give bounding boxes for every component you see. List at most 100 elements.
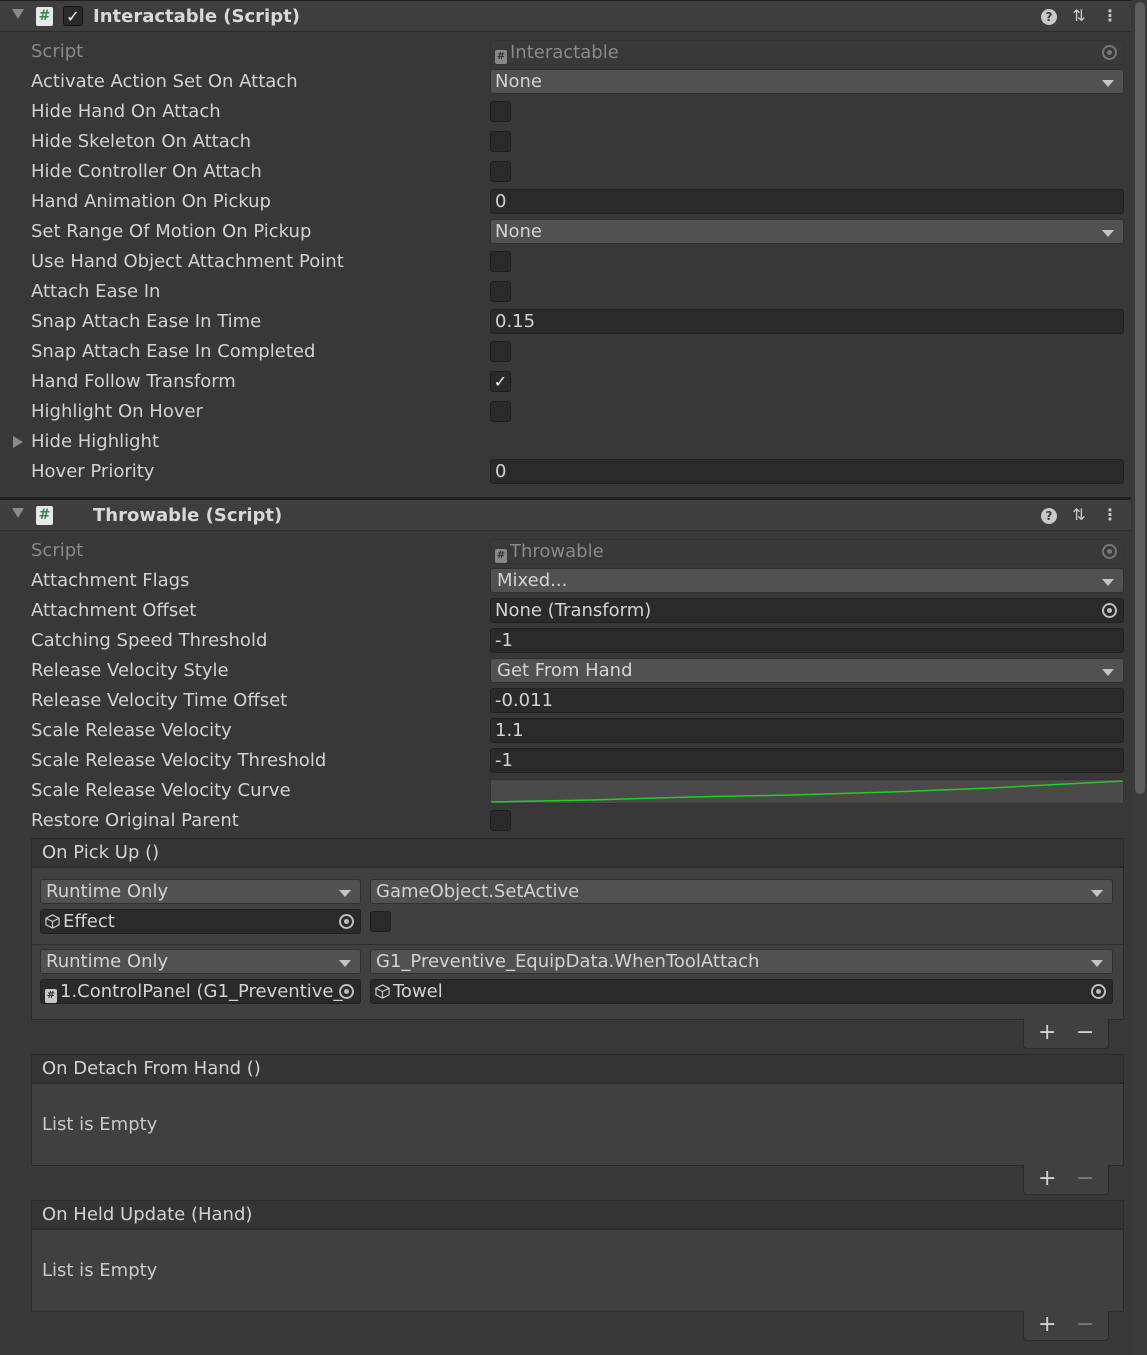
field-label: Hide Hand On Attach	[31, 101, 221, 122]
fold-arrow-icon[interactable]	[12, 508, 24, 518]
add-button[interactable]: +	[1038, 1165, 1056, 1193]
presets-icon[interactable]: ⇅	[1070, 505, 1088, 525]
function-dropdown[interactable]: G1_Preventive_EquipData.WhenToolAttach	[370, 949, 1113, 974]
menu-icon[interactable]: ⋮	[1101, 6, 1119, 26]
add-button[interactable]: +	[1038, 1311, 1056, 1339]
remove-button[interactable]: −	[1076, 1311, 1094, 1339]
field-label: Scale Release Velocity Curve	[31, 780, 291, 801]
attachment-flags-dropdown[interactable]: Mixed...	[490, 568, 1124, 593]
object-picker-icon[interactable]	[1102, 603, 1117, 618]
field-label: Hide Controller On Attach	[31, 161, 262, 182]
on-held-update-list	[31, 1229, 1124, 1312]
script-field[interactable]: # Throwable	[490, 539, 1124, 564]
on-detach-title: On Detach From Hand ()	[31, 1054, 1124, 1083]
dropdown-value: None	[495, 71, 542, 92]
field-label: Attach Ease In	[31, 281, 161, 302]
list-add-remove: + −	[1023, 1019, 1109, 1049]
interactable-header[interactable]: # ✓ Interactable (Script) ? ⇅ ⋮	[0, 0, 1131, 32]
enabled-checkbox[interactable]: ✓	[63, 6, 83, 26]
dropdown-value: Get From Hand	[497, 660, 633, 681]
script-label: Script	[31, 41, 84, 62]
field-label: Scale Release Velocity Threshold	[31, 750, 327, 771]
object-picker-icon[interactable]	[1102, 544, 1117, 559]
gameobject-icon	[45, 914, 60, 929]
throwable-header[interactable]: # Throwable (Script) ? ⇅ ⋮	[0, 499, 1131, 531]
help-icon[interactable]: ?	[1041, 508, 1057, 524]
dropdown-value: None	[495, 221, 542, 242]
argument-object-field[interactable]: Towel	[370, 979, 1113, 1004]
field-label: Release Velocity Style	[31, 660, 229, 681]
empty-list-text: List is Empty	[42, 1260, 158, 1281]
hide-controller-checkbox[interactable]	[490, 161, 511, 182]
highlight-on-hover-checkbox[interactable]	[490, 401, 511, 422]
object-picker-icon[interactable]	[1091, 984, 1106, 999]
empty-list-text: List is Empty	[42, 1114, 158, 1135]
remove-button[interactable]: −	[1076, 1019, 1094, 1047]
hide-hand-checkbox[interactable]	[490, 101, 511, 122]
object-value: None (Transform)	[495, 600, 652, 621]
remove-button[interactable]: −	[1076, 1165, 1094, 1193]
attach-ease-in-checkbox[interactable]	[490, 281, 511, 302]
velocity-curve-field[interactable]	[490, 779, 1124, 804]
object-picker-icon[interactable]	[1102, 45, 1117, 60]
dropdown-value: Runtime Only	[46, 951, 169, 972]
field-label: Attachment Flags	[31, 570, 190, 591]
release-velocity-style-dropdown[interactable]: Get From Hand	[490, 658, 1124, 683]
snap-ease-time-input[interactable]: 0.15	[490, 309, 1124, 334]
presets-icon[interactable]: ⇅	[1070, 6, 1088, 26]
field-label: Restore Original Parent	[31, 810, 239, 831]
restore-parent-checkbox[interactable]	[490, 810, 511, 831]
hide-skeleton-checkbox[interactable]	[490, 131, 511, 152]
runtime-mode-dropdown[interactable]: Runtime Only	[40, 879, 361, 904]
function-dropdown[interactable]: GameObject.SetActive	[370, 879, 1113, 904]
release-time-offset-input[interactable]: -0.011	[490, 688, 1124, 713]
dropdown-arrow-icon	[1102, 230, 1114, 237]
object-picker-icon[interactable]	[339, 914, 354, 929]
menu-icon[interactable]: ⋮	[1101, 505, 1119, 525]
argument-value: Towel	[393, 981, 443, 1002]
scale-release-threshold-input[interactable]: -1	[490, 748, 1124, 773]
gameobject-icon	[375, 984, 390, 999]
entry-divider	[32, 944, 1123, 945]
target-value: 1.ControlPanel (G1_Preventive_	[60, 981, 343, 1002]
range-of-motion-dropdown[interactable]: None	[490, 219, 1124, 244]
script-field[interactable]: # Interactable	[490, 40, 1124, 65]
field-label: Snap Attach Ease In Time	[31, 311, 262, 332]
field-label: Hand Animation On Pickup	[31, 191, 271, 212]
script-icon: #	[36, 7, 53, 26]
vertical-scrollbar[interactable]	[1133, 0, 1147, 1355]
add-button[interactable]: +	[1038, 1019, 1056, 1047]
runtime-mode-dropdown[interactable]: Runtime Only	[40, 949, 361, 974]
field-label: Release Velocity Time Offset	[31, 690, 288, 711]
scrollbar-thumb[interactable]	[1135, 2, 1145, 794]
setactive-arg-checkbox[interactable]	[370, 911, 391, 932]
field-label: Catching Speed Threshold	[31, 630, 268, 651]
hand-animation-input[interactable]: 0	[490, 189, 1124, 214]
scale-release-velocity-input[interactable]: 1.1	[490, 718, 1124, 743]
field-label: Use Hand Object Attachment Point	[31, 251, 344, 272]
target-object-field[interactable]: Effect	[40, 909, 361, 934]
target-object-field[interactable]: #1.ControlPanel (G1_Preventive_	[40, 979, 361, 1004]
field-label: Scale Release Velocity	[31, 720, 232, 741]
on-held-update-title: On Held Update (Hand)	[31, 1200, 1124, 1229]
dropdown-arrow-icon	[1091, 960, 1103, 967]
hide-highlight-foldout[interactable]: Hide Highlight	[31, 431, 159, 452]
fold-arrow-icon[interactable]	[12, 9, 24, 19]
component-title: Throwable (Script)	[93, 505, 283, 526]
object-picker-icon[interactable]	[339, 984, 354, 999]
hand-follow-transform-checkbox[interactable]: ✓	[490, 371, 511, 392]
dropdown-arrow-icon	[1102, 80, 1114, 87]
activate-action-set-dropdown[interactable]: None	[490, 69, 1124, 94]
script-value: Throwable	[510, 541, 604, 562]
list-add-remove: + −	[1023, 1165, 1109, 1195]
script-file-icon: #	[495, 50, 507, 64]
help-icon[interactable]: ?	[1041, 9, 1057, 25]
list-add-remove: + −	[1023, 1311, 1109, 1341]
foldout-arrow-icon[interactable]	[13, 436, 23, 448]
hover-priority-input[interactable]: 0	[490, 459, 1124, 484]
attachment-offset-field[interactable]: None (Transform)	[490, 598, 1124, 623]
snap-ease-completed-checkbox[interactable]	[490, 341, 511, 362]
curve-line	[491, 780, 1123, 803]
catching-speed-input[interactable]: -1	[490, 628, 1124, 653]
use-hand-attachment-checkbox[interactable]	[490, 251, 511, 272]
